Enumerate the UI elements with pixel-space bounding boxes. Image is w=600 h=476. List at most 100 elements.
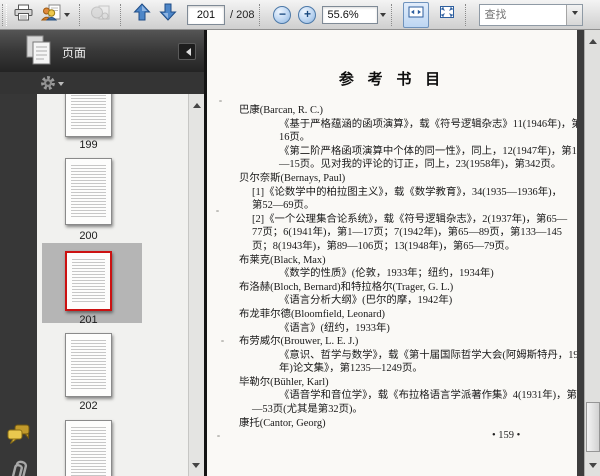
send-collaborate-icon	[40, 4, 62, 26]
bibliography-line: 年)论文集》，第1235—1249页。	[279, 363, 423, 375]
thumbnail-content	[71, 427, 106, 476]
zoom-level-field[interactable]: 55.6%	[322, 5, 379, 24]
toolbar-grip[interactable]	[2, 3, 7, 26]
bibliography-line: 毕勒尔(Bühler, Karl)	[239, 376, 329, 388]
bibliography-line: 第52—69页。	[252, 200, 315, 212]
fit-width-icon	[408, 5, 424, 24]
page-thumbnail-202[interactable]	[65, 333, 112, 397]
thumbnail-page-number[interactable]: 201	[37, 314, 140, 326]
page-thumbnail-199[interactable]	[65, 94, 112, 137]
zoom-level-value: 55.6%	[327, 8, 359, 21]
bibliography-line: 77页；6(1941年)，第1—17页；7(1942年)，第65—89页，第13…	[252, 227, 562, 239]
thumbnail-page-number[interactable]: 200	[37, 230, 140, 242]
bibliography-line: 布劳威尔(Brouwer, L. E. J.)	[239, 336, 359, 348]
thumbnail-page-number[interactable]: 202	[37, 400, 140, 412]
bibliography-line: [2]《一个公理集合论系统》，载《符号逻辑杂志》，2(1937年)，第65—	[252, 213, 568, 225]
attachments-panel-button[interactable]	[8, 456, 30, 476]
thumbnail-content	[71, 340, 106, 391]
thumbnail-content	[71, 95, 106, 131]
fit-page-button[interactable]	[434, 2, 460, 28]
collapse-panel-button[interactable]	[178, 43, 196, 60]
bibliography-line: 布龙菲尔德(Bloomfield, Leonard)	[239, 308, 386, 320]
bibliography-line: —53页(尤其是第32页)。	[252, 404, 363, 416]
panel-options-dropdown-icon[interactable]	[58, 81, 64, 89]
previous-page-button[interactable]	[129, 2, 155, 28]
page-folio-number: • 159 •	[492, 430, 521, 441]
toolbar-separator	[120, 3, 122, 26]
bibliography-line: 巴康(Barcan, R. C.)	[239, 105, 323, 116]
scroll-up-icon[interactable]	[588, 35, 597, 44]
page-thumbnail-201[interactable]	[65, 251, 112, 311]
bibliography-line: 贝尔奈斯(Bernays, Paul)	[239, 172, 346, 184]
scan-speck	[219, 100, 222, 102]
next-page-icon	[159, 3, 177, 26]
document-title: 参 考 书 目	[338, 72, 446, 88]
gear-icon[interactable]	[40, 75, 56, 91]
toolbar-separator	[259, 3, 261, 26]
previous-page-icon	[133, 3, 151, 26]
upload-document-button	[86, 2, 115, 28]
upload-disabled-icon	[90, 4, 111, 26]
zoom-out-button[interactable]: −	[273, 5, 292, 24]
bibliography-lines: 巴康(Barcan, R. C.) 《基于严格蕴涵的函项演算》，载《符号逻辑杂志》…	[207, 104, 577, 430]
print-icon	[14, 4, 33, 26]
next-page-button[interactable]	[155, 2, 181, 28]
bibliography-line: 《语音学和音位学》，载《布拉格语言学派著作集》4(1931年)，第22	[279, 390, 577, 402]
bibliography-line: 《语言》(纽约，1933年)	[279, 322, 390, 334]
navigation-rail	[0, 94, 38, 476]
panel-options-row	[0, 72, 204, 94]
main-toolbar: / 208 − + 55.6%	[0, 0, 600, 30]
document-page: 参 考 书 目 巴康(Barcan, R. C.) 《基于严格蕴涵的函项演算》，载…	[207, 30, 577, 476]
page-number-input[interactable]	[187, 4, 225, 25]
bibliography-line: 《意识、哲学与数学》，载《第十届国际哲学大会(阿姆斯特丹，1949	[279, 349, 577, 361]
zoom-in-button[interactable]: +	[298, 5, 317, 24]
bibliography-line: 《语言分析大纲》(巴尔的摩，1942年)	[279, 295, 453, 307]
send-collaborate-dropdown-icon[interactable]	[64, 13, 70, 20]
scroll-down-icon[interactable]	[589, 463, 597, 472]
toolbar-separator	[465, 3, 467, 26]
page-edge-shadow	[577, 30, 584, 476]
page-thumbnail-200[interactable]	[65, 158, 112, 225]
toolbar-separator	[79, 3, 81, 26]
chevron-down-icon	[571, 11, 578, 18]
comments-panel-button[interactable]	[6, 424, 31, 451]
bibliography-line: 页；8(1943年)，第89—106页；13(1948年)，第65—79页。	[252, 240, 516, 252]
bibliography-line: 布洛赫(Bloch, Bernard)和特拉格尔(Trager, G. L.)	[239, 281, 454, 293]
fit-width-button[interactable]	[403, 1, 430, 28]
comments-icon	[6, 424, 31, 450]
bibliography-line: —15页。见对我的评论的订正，同上，23(1958年)，第342页。	[279, 159, 562, 171]
fit-page-icon	[439, 5, 455, 24]
scan-speck	[217, 435, 220, 437]
bibliography-line: 康托(Cantor, Georg)	[239, 417, 326, 429]
document-scrollbar[interactable]	[584, 30, 600, 476]
thumbnail-list: 199 200 201 202	[37, 94, 204, 476]
toolbar-separator	[391, 3, 393, 26]
search-box	[479, 3, 584, 26]
bibliography-line: 《数学的性质》(伦敦，1933年；纽约，1934年)	[279, 268, 494, 280]
pdf-viewer-window: / 208 − + 55.6%	[0, 0, 600, 476]
thumbnail-page-number[interactable]: 199	[37, 139, 140, 151]
scroll-down-icon[interactable]	[192, 463, 200, 472]
scroll-up-icon[interactable]	[192, 99, 201, 108]
pages-panel-header: 页面	[0, 30, 204, 73]
thumbnail-scrollbar[interactable]	[188, 94, 204, 476]
search-input[interactable]	[480, 6, 567, 23]
page-total-label: / 208	[230, 8, 255, 21]
scan-speck	[216, 210, 219, 212]
page-thumbnail[interactable]	[65, 420, 112, 476]
zoom-dropdown-icon[interactable]	[380, 13, 387, 20]
collapse-panel-icon	[182, 47, 191, 56]
scan-speck	[221, 340, 224, 342]
thumbnail-content	[71, 165, 106, 219]
send-collaborate-button[interactable]	[37, 2, 74, 28]
search-dropdown-button[interactable]	[566, 4, 583, 25]
pages-sidebar: 页面 199 200 201 202	[0, 30, 207, 476]
scrollbar-thumb[interactable]	[586, 402, 600, 452]
print-button[interactable]	[10, 2, 37, 28]
bibliography-line: 16页。	[279, 132, 311, 144]
bibliography-line: 《第二阶严格函项演算中个体的同一性》，同上，12(1947年)，第12	[279, 145, 577, 157]
thumbnail-content	[72, 259, 105, 304]
bibliography-line: 《基于严格蕴涵的函项演算》，载《符号逻辑杂志》11(1946年)，第1—	[279, 118, 577, 130]
pages-icon	[24, 34, 54, 72]
pages-panel-title: 页面	[62, 46, 87, 60]
